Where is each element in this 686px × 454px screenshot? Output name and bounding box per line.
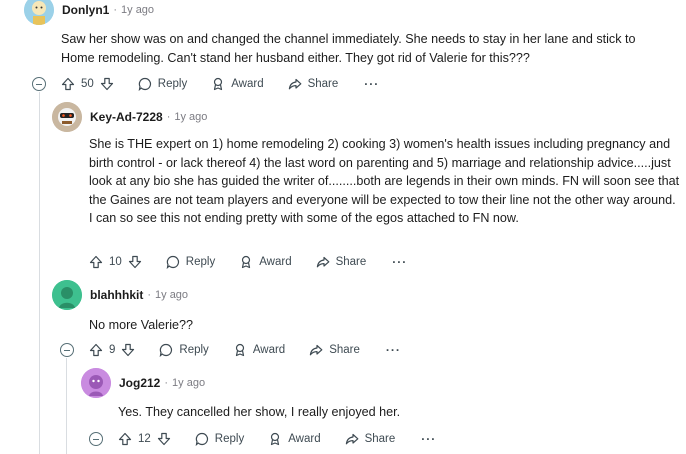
reply-button[interactable]: Reply [195, 432, 244, 446]
upvote-icon[interactable] [61, 77, 75, 91]
vote-count: 10 [109, 256, 122, 268]
downvote-icon[interactable] [128, 255, 142, 269]
share-label: Share [307, 78, 339, 90]
more-options-button[interactable]: ··· [392, 255, 407, 269]
comment-header: blahhhkit · 1y ago [52, 280, 188, 310]
comment-icon [159, 343, 173, 357]
share-button[interactable]: Share [345, 432, 396, 446]
more-options-button[interactable]: ··· [364, 77, 379, 91]
comment-body: She is THE expert on 1) home remodeling … [89, 137, 680, 225]
timestamp[interactable]: 1y ago [174, 111, 207, 123]
collapse-thread-button[interactable] [60, 343, 74, 357]
award-icon [211, 77, 225, 91]
reply-label: Reply [214, 433, 245, 445]
award-label: Award [259, 256, 292, 268]
comment-actions: 12 Reply Award Share ··· [118, 428, 436, 450]
reply-label: Reply [157, 78, 188, 90]
collapse-thread-button[interactable] [89, 432, 103, 446]
vote-count: 12 [138, 433, 151, 445]
author-name[interactable]: blahhhkit [90, 288, 143, 302]
downvote-icon[interactable] [121, 343, 135, 357]
award-button[interactable]: Award [211, 77, 264, 91]
share-label: Share [329, 344, 360, 356]
avatar[interactable] [52, 280, 82, 310]
separator-dot: · [166, 111, 171, 123]
reply-button[interactable]: Reply [166, 255, 215, 269]
comment-header: Jog212 · 1y ago [81, 368, 205, 398]
comment-header: Donlyn1 · 1y ago [24, 0, 154, 25]
vote-count: 9 [109, 344, 116, 356]
separator-dot: · [147, 289, 152, 301]
downvote-icon[interactable] [100, 77, 114, 91]
award-label: Award [231, 78, 264, 90]
downvote-icon[interactable] [157, 432, 171, 446]
share-button[interactable]: Share [309, 343, 360, 357]
timestamp[interactable]: 1y ago [155, 289, 188, 301]
reply-button[interactable]: Reply [159, 343, 209, 357]
separator-dot: · [113, 4, 118, 16]
award-label: Award [288, 433, 321, 445]
award-icon [239, 255, 253, 269]
vote-group: 12 [118, 432, 171, 446]
award-icon [233, 343, 247, 357]
author-name[interactable]: Key-Ad-7228 [90, 110, 163, 124]
avatar[interactable] [24, 0, 54, 25]
comment-icon [138, 77, 152, 91]
comment-header: Key-Ad-7228 · 1y ago [52, 102, 207, 132]
vote-group: 50 [61, 77, 114, 91]
vote-group: 9 [89, 343, 135, 357]
comment-body: Yes. They cancelled her show, I really e… [118, 405, 401, 419]
award-button[interactable]: Award [239, 255, 292, 269]
comment-icon [166, 255, 180, 269]
thread-line [66, 358, 67, 454]
collapse-thread-button[interactable] [32, 77, 46, 91]
award-icon [268, 432, 282, 446]
share-label: Share [364, 433, 396, 445]
award-button[interactable]: Award [268, 432, 321, 446]
award-label: Award [252, 344, 286, 356]
upvote-icon[interactable] [89, 255, 103, 269]
award-button[interactable]: Award [233, 343, 285, 357]
vote-group: 10 [89, 255, 142, 269]
more-options-button[interactable]: ··· [386, 343, 401, 357]
avatar[interactable] [81, 368, 111, 398]
avatar[interactable] [52, 102, 82, 132]
upvote-icon[interactable] [89, 343, 103, 357]
share-icon [288, 77, 302, 91]
share-icon [316, 255, 330, 269]
share-icon [309, 343, 323, 357]
share-button[interactable]: Share [288, 77, 339, 91]
vote-count: 50 [81, 78, 94, 90]
reply-label: Reply [185, 256, 216, 268]
comment-actions: 10 Reply Award Share ··· [89, 251, 407, 273]
timestamp[interactable]: 1y ago [121, 4, 154, 16]
reply-label: Reply [179, 344, 209, 356]
share-icon [345, 432, 359, 446]
comment-actions: 9 Reply Award Share ··· [89, 339, 401, 361]
author-name[interactable]: Donlyn1 [62, 3, 109, 17]
comment-body: Saw her show was on and changed the chan… [61, 32, 636, 65]
timestamp[interactable]: 1y ago [172, 377, 205, 389]
comment-actions: 50 Reply Award Share ··· [61, 73, 379, 95]
share-label: Share [335, 256, 367, 268]
comment-body: No more Valerie?? [89, 318, 194, 332]
thread-line [39, 92, 40, 454]
share-button[interactable]: Share [316, 255, 367, 269]
reply-button[interactable]: Reply [138, 77, 187, 91]
comment-icon [195, 432, 209, 446]
separator-dot: · [164, 377, 169, 389]
upvote-icon[interactable] [118, 432, 132, 446]
author-name[interactable]: Jog212 [119, 376, 160, 390]
more-options-button[interactable]: ··· [421, 432, 436, 446]
